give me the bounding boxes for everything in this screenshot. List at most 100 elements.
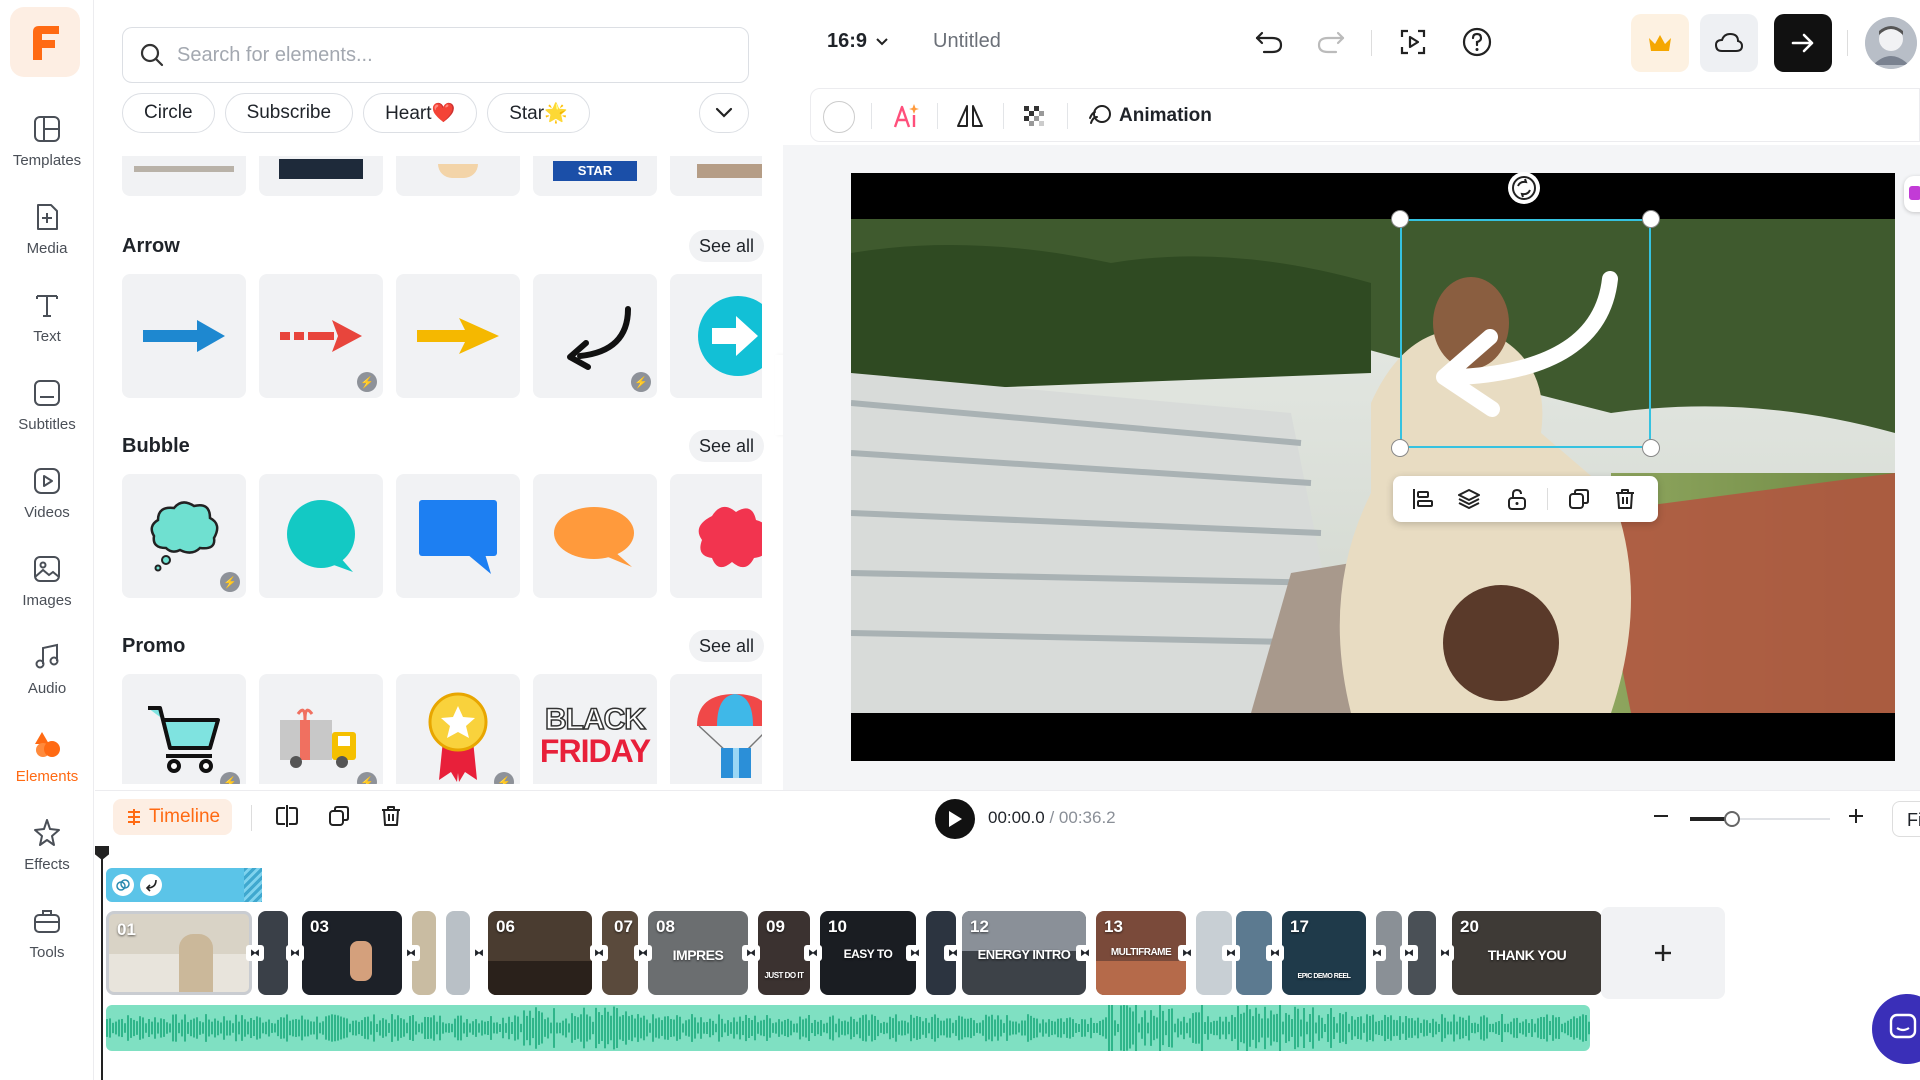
timeline-toggle-button[interactable]: Timeline <box>113 799 233 835</box>
opacity-button[interactable] <box>1021 99 1047 133</box>
element-tile[interactable] <box>396 474 520 598</box>
rail-images[interactable]: Images <box>0 540 94 620</box>
undo-button[interactable] <box>1251 24 1287 60</box>
video-clip[interactable]: 08 IMPRES <box>648 911 748 995</box>
transition-marker[interactable]: ⧓ <box>286 945 304 961</box>
see-all-bubble[interactable]: See all <box>689 430 765 462</box>
side-tab-button[interactable] <box>1904 176 1920 212</box>
rail-templates[interactable]: Templates <box>0 100 94 180</box>
document-title[interactable]: Untitled <box>933 30 1001 53</box>
element-tile[interactable] <box>122 274 246 398</box>
video-clip[interactable]: 03 <box>302 911 402 995</box>
transition-marker[interactable]: ⧓ <box>1076 945 1094 961</box>
transition-marker[interactable]: ⧓ <box>804 945 822 961</box>
video-clip[interactable] <box>446 911 470 995</box>
rotate-handle[interactable] <box>1508 172 1540 204</box>
element-tile[interactable] <box>396 274 520 398</box>
transition-marker[interactable]: ⧓ <box>1436 945 1454 961</box>
element-tile[interactable]: ⚡ <box>259 674 383 784</box>
rail-videos[interactable]: Videos <box>0 452 94 532</box>
clip-trim-handle[interactable] <box>244 868 262 902</box>
export-button[interactable] <box>1774 14 1832 72</box>
add-clip-button[interactable] <box>1601 907 1725 999</box>
redo-button[interactable] <box>1313 24 1349 60</box>
playhead[interactable] <box>101 846 103 1080</box>
zoom-in-button[interactable] <box>1841 801 1871 831</box>
audio-track[interactable] <box>106 1005 1590 1051</box>
cloud-save-button[interactable] <box>1700 14 1758 72</box>
video-clip[interactable]: 12 ENERGY INTRO <box>962 911 1086 995</box>
zoom-slider-knob[interactable] <box>1724 811 1740 827</box>
video-clip[interactable]: 06 <box>488 911 592 995</box>
transition-marker[interactable]: ⧓ <box>944 945 962 961</box>
duplicate-button[interactable] <box>1565 485 1593 513</box>
element-tile[interactable]: BLACK FRIDAY <box>533 674 657 784</box>
element-tile[interactable] <box>122 156 246 196</box>
video-clip[interactable]: 10 EASY TO <box>820 911 916 995</box>
element-tile[interactable]: STAR <box>533 156 657 196</box>
see-all-promo[interactable]: See all <box>689 630 765 662</box>
lock-button[interactable] <box>1503 485 1531 513</box>
flip-button[interactable] <box>955 99 985 133</box>
fit-button[interactable]: Fi <box>1892 801 1920 837</box>
video-canvas[interactable] <box>851 173 1895 761</box>
resize-handle-bottom-right[interactable] <box>1642 439 1660 457</box>
transition-marker[interactable]: ⧓ <box>590 945 608 961</box>
selection-box[interactable] <box>1400 219 1651 448</box>
rail-effects[interactable]: Effects <box>0 804 94 884</box>
help-button[interactable] <box>1459 24 1495 60</box>
zoom-slider[interactable] <box>1690 811 1830 827</box>
overlay-track-clip[interactable] <box>106 868 262 902</box>
timeline-delete-button[interactable] <box>376 801 406 831</box>
transition-marker[interactable]: ⧓ <box>742 945 760 961</box>
align-button[interactable] <box>1409 485 1437 513</box>
transition-marker[interactable]: ⧓ <box>1266 945 1284 961</box>
element-tile[interactable] <box>670 274 762 398</box>
video-clip[interactable]: 13 MULTIFRAME <box>1096 911 1186 995</box>
transition-marker[interactable]: ⧓ <box>246 945 264 961</box>
chip-circle[interactable]: Circle <box>122 93 215 133</box>
element-tile[interactable]: ⚡ <box>122 674 246 784</box>
transition-marker[interactable]: ⧓ <box>470 945 488 961</box>
app-logo[interactable] <box>10 7 80 77</box>
ai-tool-button[interactable] <box>891 99 921 133</box>
chip-heart[interactable]: Heart❤️ <box>363 93 478 133</box>
play-button[interactable] <box>935 799 975 839</box>
element-tile[interactable] <box>533 474 657 598</box>
video-clip[interactable]: 09 JUST DO IT <box>758 911 810 995</box>
element-tile[interactable] <box>396 156 520 196</box>
rail-media[interactable]: Media <box>0 188 94 268</box>
animation-button[interactable]: Animation <box>1087 99 1212 133</box>
user-avatar[interactable] <box>1865 17 1917 69</box>
split-button[interactable] <box>272 801 302 831</box>
upgrade-button[interactable] <box>1631 14 1689 72</box>
transition-marker[interactable]: ⧓ <box>634 945 652 961</box>
transition-marker[interactable]: ⧓ <box>1368 945 1386 961</box>
rail-subtitles[interactable]: Subtitles <box>0 364 94 444</box>
resize-handle-top-left[interactable] <box>1391 210 1409 228</box>
chip-star[interactable]: Star🌟 <box>487 93 590 133</box>
element-tile[interactable]: ⚡ <box>533 274 657 398</box>
transition-marker[interactable]: ⧓ <box>1222 945 1240 961</box>
aspect-ratio-select[interactable]: 16:9 <box>827 30 889 53</box>
element-tile[interactable] <box>670 156 762 196</box>
transition-marker[interactable]: ⧓ <box>1178 945 1196 961</box>
resize-handle-top-right[interactable] <box>1642 210 1660 228</box>
preview-button[interactable] <box>1395 24 1431 60</box>
transition-marker[interactable]: ⧓ <box>1400 945 1418 961</box>
rail-audio[interactable]: Audio <box>0 628 94 708</box>
rail-tools[interactable]: Tools <box>0 892 94 972</box>
see-all-arrow[interactable]: See all <box>689 230 765 262</box>
chip-subscribe[interactable]: Subscribe <box>224 93 354 133</box>
transition-marker[interactable]: ⧓ <box>402 945 420 961</box>
timeline-duplicate-button[interactable] <box>324 801 354 831</box>
element-tile[interactable] <box>670 474 762 598</box>
element-tile[interactable] <box>670 674 762 784</box>
element-tile[interactable]: ⚡ <box>396 674 520 784</box>
element-tile[interactable] <box>259 156 383 196</box>
element-tile[interactable]: ⚡ <box>122 474 246 598</box>
video-clip[interactable]: 17 EPIC DEMO REEL <box>1282 911 1366 995</box>
rail-elements[interactable]: Elements <box>0 716 94 796</box>
layers-button[interactable] <box>1455 485 1483 513</box>
search-box[interactable] <box>122 27 749 83</box>
